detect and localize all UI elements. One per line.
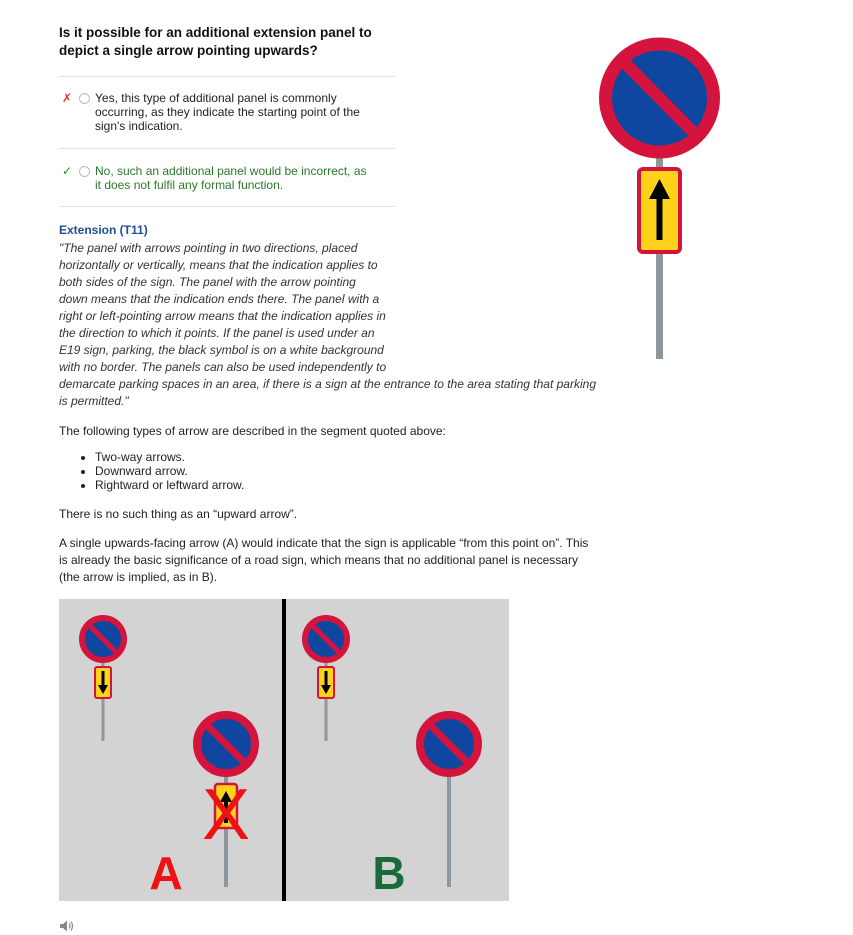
explanation-line: (the arrow is implied, as in B). xyxy=(59,570,218,584)
answer-line: it does not fulfil any formal function. xyxy=(95,178,284,192)
explanation-line: is already the basic significance of a r… xyxy=(59,553,578,567)
answer-line: sign's indication. xyxy=(95,119,183,133)
quote-line: horizontally or vertically, means that t… xyxy=(59,258,378,272)
quote-line: demarcate parking spaces in an area, if … xyxy=(59,377,596,391)
correct-mark-icon: ✓ xyxy=(62,164,73,178)
divider xyxy=(59,148,395,149)
quote-line: "The panel with arrows pointing in two d… xyxy=(59,241,358,255)
intro-text: The following types of arrow are describ… xyxy=(59,424,446,438)
speaker-icon[interactable] xyxy=(59,919,75,933)
answer-line: No, such an additional panel would be in… xyxy=(95,164,367,178)
list-item: Downward arrow. xyxy=(95,464,244,478)
wrong-mark-icon: ✗ xyxy=(62,91,73,105)
answer-option-2[interactable]: ✓ No, such an additional panel would be … xyxy=(59,164,379,192)
question-line-1: Is it possible for an additional extensi… xyxy=(59,25,372,40)
quote-line: with no border. The panels can also be u… xyxy=(59,360,387,374)
radio-button[interactable] xyxy=(79,166,90,177)
extension-quote: "The panel with arrows pointing in two d… xyxy=(59,240,596,410)
answer-line: Yes, this type of additional panel is co… xyxy=(95,91,337,105)
quote-line: down means that the indication ends ther… xyxy=(59,292,380,306)
radio-button[interactable] xyxy=(79,93,90,104)
extension-title: Extension (T11) xyxy=(59,223,148,237)
question-line-2: depict a single arrow pointing upwards? xyxy=(59,43,318,58)
answer-option-1[interactable]: ✗ Yes, this type of additional panel is … xyxy=(59,91,379,133)
divider xyxy=(59,76,395,77)
question-title: Is it possible for an additional extensi… xyxy=(59,24,399,60)
quote-line: both sides of the sign. The panel with t… xyxy=(59,275,356,289)
no-upward-text: There is no such thing as an “upward arr… xyxy=(59,507,298,521)
answer-text: No, such an additional panel would be in… xyxy=(95,164,379,192)
label-b: B xyxy=(372,847,405,899)
quote-line: the direction to which it points. If the… xyxy=(59,326,375,340)
answer-line: occurring, as they indicate the starting… xyxy=(95,105,360,119)
divider xyxy=(59,206,395,207)
arrow-types-list: Two-way arrows. Downward arrow. Rightwar… xyxy=(59,450,244,492)
explanation-text: A single upwards-facing arrow (A) would … xyxy=(59,535,588,586)
comparison-figure: X A B xyxy=(59,599,509,901)
figure-separator xyxy=(282,599,286,901)
explanation-line: A single upwards-facing arrow (A) would … xyxy=(59,536,589,550)
label-a: A xyxy=(149,847,182,899)
quote-line: E19 sign, parking, the black symbol is o… xyxy=(59,343,384,357)
no-parking-sign-illustration xyxy=(599,37,720,359)
list-item: Rightward or leftward arrow. xyxy=(95,478,244,492)
quote-line: right or left-pointing arrow means that … xyxy=(59,309,386,323)
quote-line: is permitted." xyxy=(59,394,129,408)
answer-text: Yes, this type of additional panel is co… xyxy=(95,91,379,133)
cross-mark-icon: X xyxy=(202,775,250,855)
list-item: Two-way arrows. xyxy=(95,450,244,464)
